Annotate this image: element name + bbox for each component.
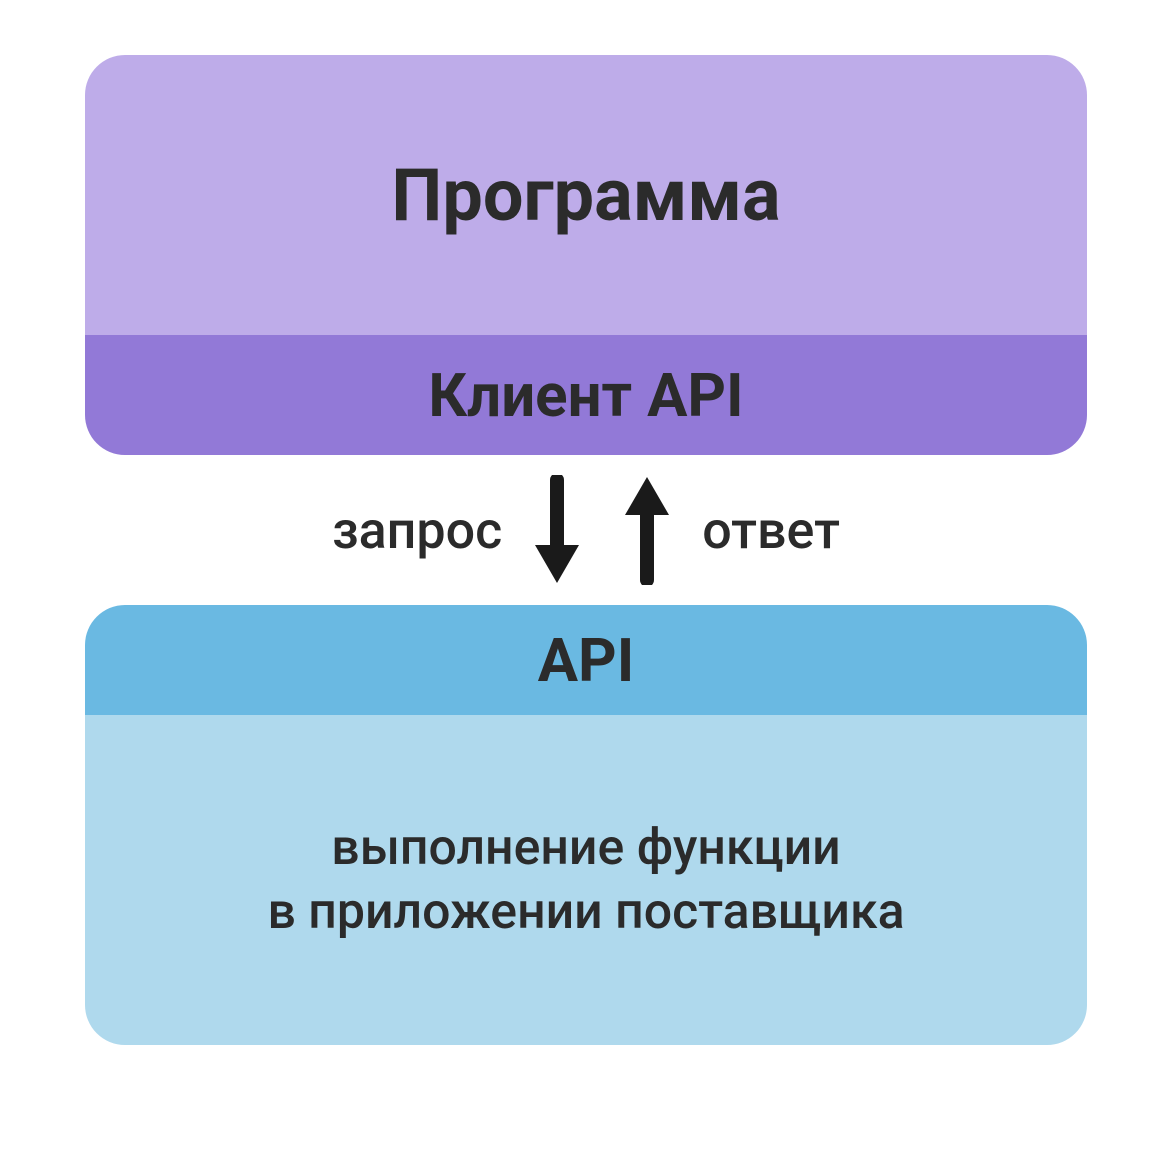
api-client-label: Клиент API <box>428 360 743 431</box>
api-block: API выполнение функции в приложении пост… <box>85 605 1087 1045</box>
api-label: API <box>538 625 635 696</box>
request-group: запрос <box>332 475 587 585</box>
response-label: ответ <box>702 500 840 561</box>
arrow-down-icon <box>527 475 587 585</box>
api-body: выполнение функции в приложении поставщи… <box>85 715 1087 1045</box>
api-desc-line1: выполнение функции <box>331 819 840 877</box>
program-section: Программа <box>85 55 1087 335</box>
response-group: ответ <box>617 475 840 585</box>
api-desc-line2: в приложении поставщика <box>267 883 904 941</box>
program-label: Программа <box>391 153 780 238</box>
api-client-section: Клиент API <box>85 335 1087 455</box>
request-label: запрос <box>332 500 502 561</box>
api-header: API <box>85 605 1087 715</box>
arrow-up-icon <box>617 475 677 585</box>
program-block: Программа Клиент API <box>85 55 1087 455</box>
arrows-row: запрос ответ <box>85 455 1087 605</box>
